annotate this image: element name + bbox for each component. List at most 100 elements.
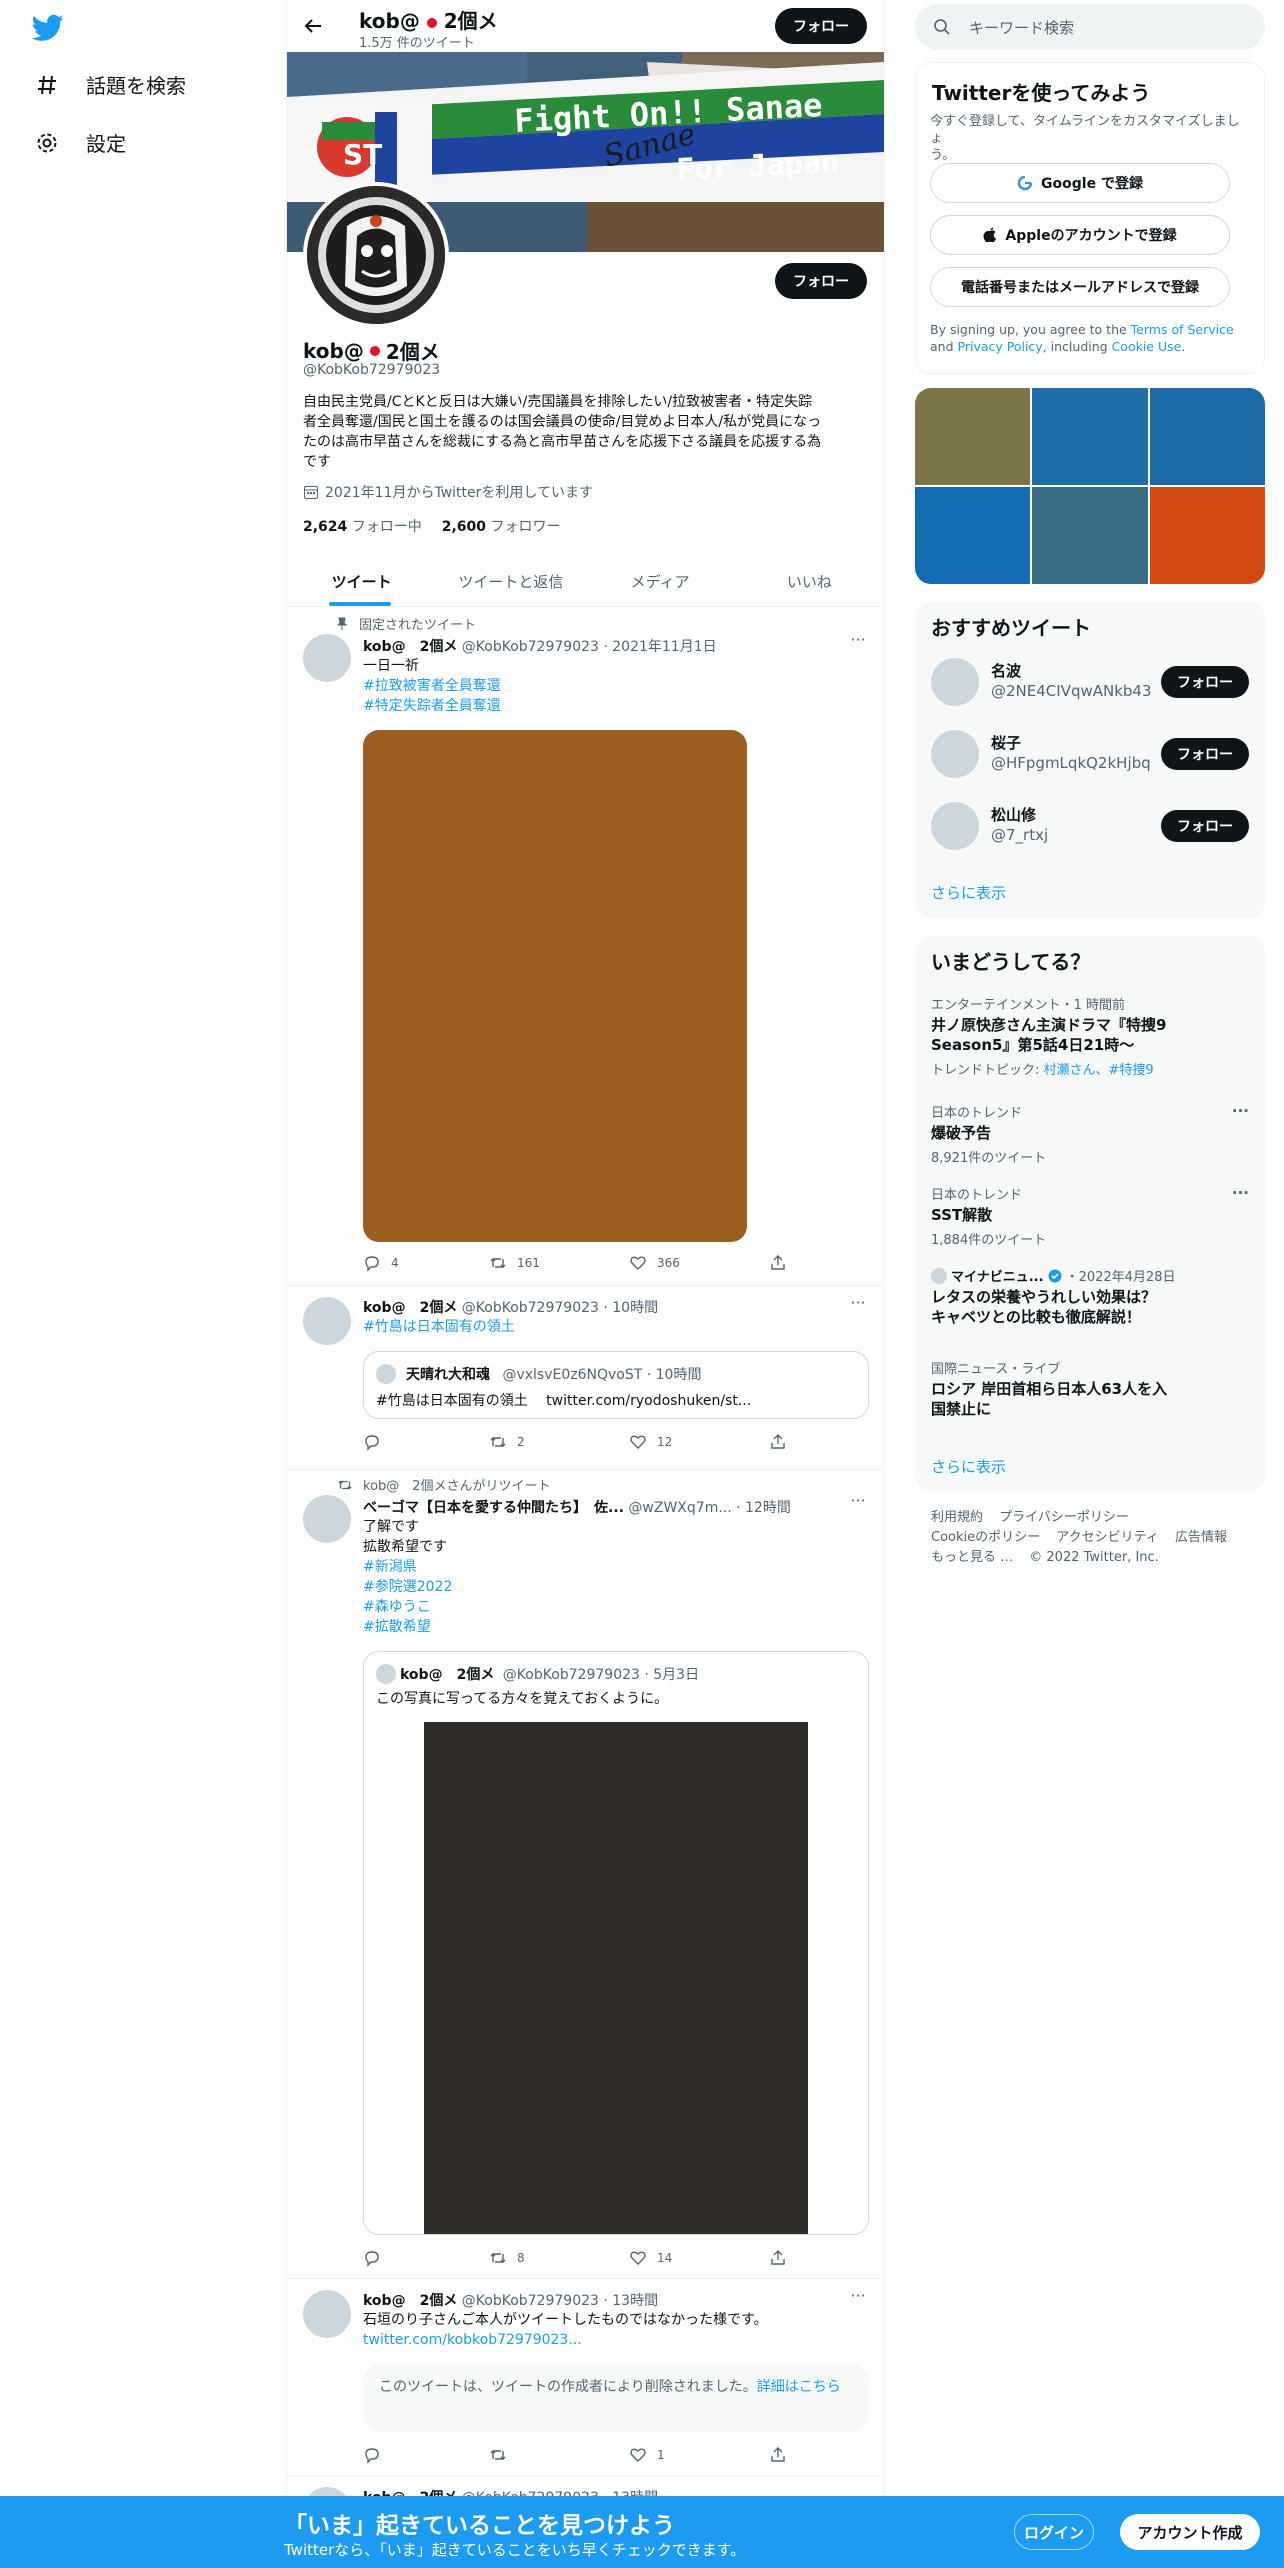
tab-tweets-and-replies[interactable]: ツイートと返信 bbox=[436, 557, 585, 606]
apple-signup-button[interactable]: Appleのアカウントで登録 bbox=[930, 215, 1230, 255]
recommended-show-more[interactable]: さらに表示 bbox=[931, 882, 1006, 903]
more-options-icon[interactable]: ··· bbox=[1232, 1102, 1249, 1120]
footer-link[interactable]: もっと見る … bbox=[931, 1550, 1013, 1565]
trend-item[interactable]: マイナビニュ... ・2022年4月28日 レタスの栄養やうれしい効果は？ キャ… bbox=[931, 1266, 1249, 1327]
media-thumbnail[interactable] bbox=[1032, 487, 1148, 584]
recommended-user[interactable]: 松山修 @7_rtxj フォロー bbox=[931, 798, 1249, 854]
media-thumbnail[interactable] bbox=[1149, 487, 1265, 584]
tweet-meta[interactable]: @KobKob72979023 · 10時間 bbox=[462, 1300, 658, 1316]
more-options-icon[interactable]: ··· bbox=[848, 2288, 868, 2310]
footer-link[interactable]: Cookieのポリシー bbox=[931, 1530, 1040, 1545]
create-account-button[interactable]: アカウント作成 bbox=[1120, 2514, 1260, 2550]
like-button[interactable]: 12 bbox=[629, 1433, 672, 1451]
media-thumbnail[interactable] bbox=[915, 487, 1031, 584]
trend-item[interactable]: エンターテインメント・1 時間前 井ノ原快彦さん主演ドラマ『特捜9 Season… bbox=[931, 994, 1249, 1078]
share-button[interactable] bbox=[769, 1254, 787, 1272]
back-arrow-icon[interactable] bbox=[301, 14, 325, 38]
tweet-avatar[interactable] bbox=[303, 634, 351, 682]
tweet-author-name[interactable]: kob@ 2個メ bbox=[363, 2293, 457, 2309]
hashtag-link[interactable]: #拉致被害者全員奪還 bbox=[363, 676, 501, 696]
terms-link[interactable]: Terms of Service bbox=[1131, 322, 1234, 337]
avatar[interactable] bbox=[931, 730, 979, 778]
reply-button[interactable] bbox=[363, 2249, 391, 2267]
tweet-meta[interactable]: @KobKob72979023 · 13時間 bbox=[462, 2293, 658, 2309]
tab-likes[interactable]: いいね bbox=[735, 557, 884, 606]
tweet[interactable]: kob@ 2個メ @KobKob72979023 · 13時間 ··· 石垣のり… bbox=[287, 2280, 884, 2476]
recommended-user[interactable]: 名波 @2NE4CIVqwANkb43 フォロー bbox=[931, 654, 1249, 710]
header-follow-button[interactable]: フォロー bbox=[775, 8, 867, 44]
reply-button[interactable] bbox=[363, 2446, 391, 2464]
hashtag-link[interactable]: #竹島は日本固有の領土 bbox=[363, 1317, 515, 1337]
followers-link[interactable]: 2,600 フォロワー bbox=[442, 516, 561, 536]
tweet-avatar[interactable] bbox=[303, 2290, 351, 2338]
google-signup-button[interactable]: Google で登録 bbox=[930, 163, 1230, 203]
avatar[interactable] bbox=[931, 658, 979, 706]
media-thumbnail[interactable] bbox=[1032, 388, 1148, 485]
trend-item[interactable]: 国際ニュース・ライブ ロシア 岸田首相ら日本人63人を入 国禁止に bbox=[931, 1358, 1249, 1419]
more-options-icon[interactable]: ··· bbox=[848, 1295, 868, 1317]
phone-email-signup-button[interactable]: 電話番号またはメールアドレスで登録 bbox=[930, 267, 1230, 307]
trends-show-more[interactable]: さらに表示 bbox=[931, 1456, 1006, 1477]
retweet-button[interactable]: 2 bbox=[489, 1433, 525, 1451]
footer-link[interactable]: 利用規約 bbox=[931, 1510, 983, 1525]
following-link[interactable]: 2,624 フォロー中 bbox=[303, 516, 422, 536]
hashtag-link[interactable]: #参院選2022 bbox=[363, 1577, 452, 1597]
share-button[interactable] bbox=[769, 2249, 787, 2267]
nav-explore[interactable]: 話題を検索 bbox=[34, 70, 186, 99]
tweet-meta[interactable]: @KobKob72979023 · 2021年11月1日 bbox=[462, 639, 717, 655]
hashtag-link[interactable]: #拡散希望 bbox=[363, 1617, 431, 1637]
retweet-button[interactable]: 161 bbox=[489, 1254, 540, 1272]
nav-settings[interactable]: 設定 bbox=[34, 128, 126, 157]
tab-media[interactable]: メディア bbox=[586, 557, 735, 606]
footer-link[interactable]: アクセシビリティ bbox=[1056, 1530, 1159, 1545]
tweet-retweet[interactable]: kob@ 2個メさんがリツイート べーゴマ【日本を愛する仲間たち】 佐... @… bbox=[287, 1471, 884, 2279]
retweet-button[interactable]: 8 bbox=[489, 2249, 525, 2267]
quoted-tweet[interactable]: 天晴れ大和魂 @vxlsvE0z6NQvoST · 10時間 #竹島は日本固有の… bbox=[363, 1351, 869, 1419]
tweet[interactable]: kob@ 2個メ @KobKob72979023 · 10時間 ··· #竹島は… bbox=[287, 1287, 884, 1470]
media-thumbnail[interactable] bbox=[1149, 388, 1265, 485]
follow-button[interactable]: フォロー bbox=[1161, 738, 1249, 770]
tweet-avatar[interactable] bbox=[303, 1495, 351, 1543]
avatar[interactable] bbox=[931, 802, 979, 850]
more-options-icon[interactable]: ··· bbox=[848, 1493, 868, 1515]
tweet-author-name[interactable]: kob@ 2個メ bbox=[363, 1300, 457, 1316]
hashtag-link[interactable]: #森ゆうこ bbox=[363, 1597, 431, 1617]
share-button[interactable] bbox=[769, 1433, 787, 1451]
tab-tweets[interactable]: ツイート bbox=[287, 557, 436, 606]
tweet-media-image[interactable] bbox=[363, 730, 747, 1242]
like-button[interactable]: 366 bbox=[629, 1254, 680, 1272]
trend-item[interactable]: 日本のトレンド 爆破予告 8,921件のツイート ··· bbox=[931, 1102, 1249, 1166]
retweeted-by-label[interactable]: kob@ 2個メさんがリツイート bbox=[363, 1475, 551, 1494]
retweet-button[interactable] bbox=[489, 2446, 517, 2464]
twitter-logo-icon[interactable] bbox=[32, 14, 64, 42]
tweet-pinned[interactable]: 固定されたツイート kob@ 2個メ @KobKob72979023 · 202… bbox=[287, 608, 884, 1286]
tweet-meta[interactable]: @wZWXq7m... · 12時間 bbox=[628, 1500, 790, 1516]
recommended-user[interactable]: 桜子 @HFpgmLqkQ2kHjbq フォロー bbox=[931, 726, 1249, 782]
share-button[interactable] bbox=[769, 2446, 787, 2464]
profile-avatar[interactable] bbox=[303, 182, 449, 328]
tweet-author-name[interactable]: kob@ 2個メ bbox=[363, 639, 457, 655]
quoted-media-image[interactable] bbox=[424, 1722, 808, 2234]
tweet-link[interactable]: twitter.com/kobkob72979023... bbox=[363, 2330, 582, 2350]
profile-follow-button[interactable]: フォロー bbox=[775, 263, 867, 299]
reply-button[interactable] bbox=[363, 1433, 391, 1451]
follow-button[interactable]: フォロー bbox=[1161, 666, 1249, 698]
like-button[interactable]: 1 bbox=[629, 2446, 665, 2464]
reply-button[interactable]: 4 bbox=[363, 1254, 399, 1272]
trend-item[interactable]: 日本のトレンド SST解散 1,884件のツイート ··· bbox=[931, 1184, 1249, 1248]
footer-link[interactable]: プライバシーポリシー bbox=[999, 1510, 1129, 1525]
trend-topic-links[interactable]: 村瀬さん、#特捜9 bbox=[1044, 1063, 1154, 1078]
footer-link[interactable]: 広告情報 bbox=[1175, 1530, 1227, 1545]
media-thumbnail[interactable] bbox=[915, 388, 1031, 485]
more-options-icon[interactable]: ··· bbox=[848, 632, 868, 654]
hashtag-link[interactable]: #新潟県 bbox=[363, 1557, 417, 1577]
cookie-link[interactable]: Cookie Use bbox=[1112, 339, 1182, 354]
learn-more-link[interactable]: 詳細はこちら bbox=[757, 2379, 841, 2395]
quoted-tweet[interactable]: kob@ 2個メ @KobKob72979023 · 5月3日 この写真に写って… bbox=[363, 1651, 869, 2235]
follow-button[interactable]: フォロー bbox=[1161, 810, 1249, 842]
tweet-avatar[interactable] bbox=[303, 1297, 351, 1345]
privacy-link[interactable]: Privacy Policy bbox=[958, 339, 1043, 354]
like-button[interactable]: 14 bbox=[629, 2249, 672, 2267]
tweet-author-name[interactable]: べーゴマ【日本を愛する仲間たち】 佐... bbox=[363, 1500, 624, 1516]
search-box[interactable]: キーワード検索 bbox=[915, 4, 1265, 50]
